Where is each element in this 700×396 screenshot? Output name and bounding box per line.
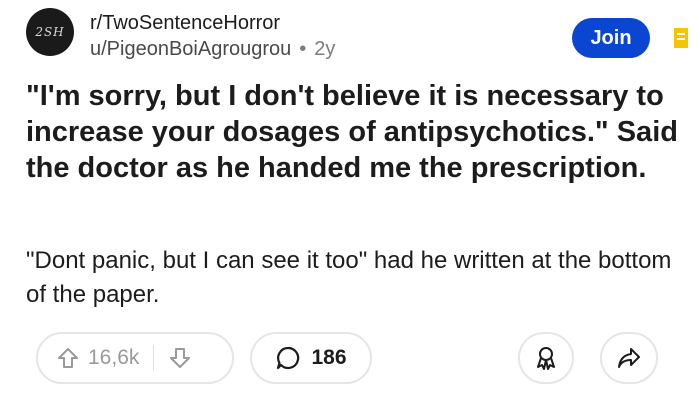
post-header: 2SH r/TwoSentenceHorror u/PigeonBoiAgrou…: [22, 6, 690, 64]
share-button[interactable]: [600, 332, 658, 384]
bookmark-flag-icon: [674, 28, 688, 48]
post-age: 2y: [314, 38, 336, 60]
comment-icon: [275, 345, 301, 371]
subreddit-name[interactable]: r/TwoSentenceHorror: [90, 10, 335, 36]
join-button[interactable]: Join: [572, 18, 650, 58]
award-button[interactable]: [518, 332, 574, 384]
comments-button[interactable]: 186: [250, 332, 372, 384]
downvote-icon[interactable]: [168, 346, 192, 370]
comment-count: 186: [311, 346, 347, 369]
upvote-icon[interactable]: [56, 346, 80, 370]
action-bar: 16,6k 186: [0, 332, 700, 388]
vote-control: 16,6k: [36, 332, 234, 384]
avatar-text: 2SH: [35, 25, 65, 39]
author-line: u/PigeonBoiAgrougrou • 2y: [90, 36, 335, 62]
author-name[interactable]: u/PigeonBoiAgrougrou: [90, 36, 291, 62]
post-body: "Dont panic, but I can see it too" had h…: [26, 247, 672, 308]
post-meta: r/TwoSentenceHorror u/PigeonBoiAgrougrou…: [90, 10, 335, 62]
vote-divider: [153, 345, 155, 371]
vote-count: 16,6k: [88, 346, 140, 369]
share-icon: [616, 345, 642, 371]
subreddit-avatar[interactable]: 2SH: [26, 8, 74, 56]
separator-dot: •: [299, 38, 307, 60]
award-icon: [533, 345, 559, 371]
post-title[interactable]: "I'm sorry, but I don't believe it is ne…: [26, 78, 686, 186]
